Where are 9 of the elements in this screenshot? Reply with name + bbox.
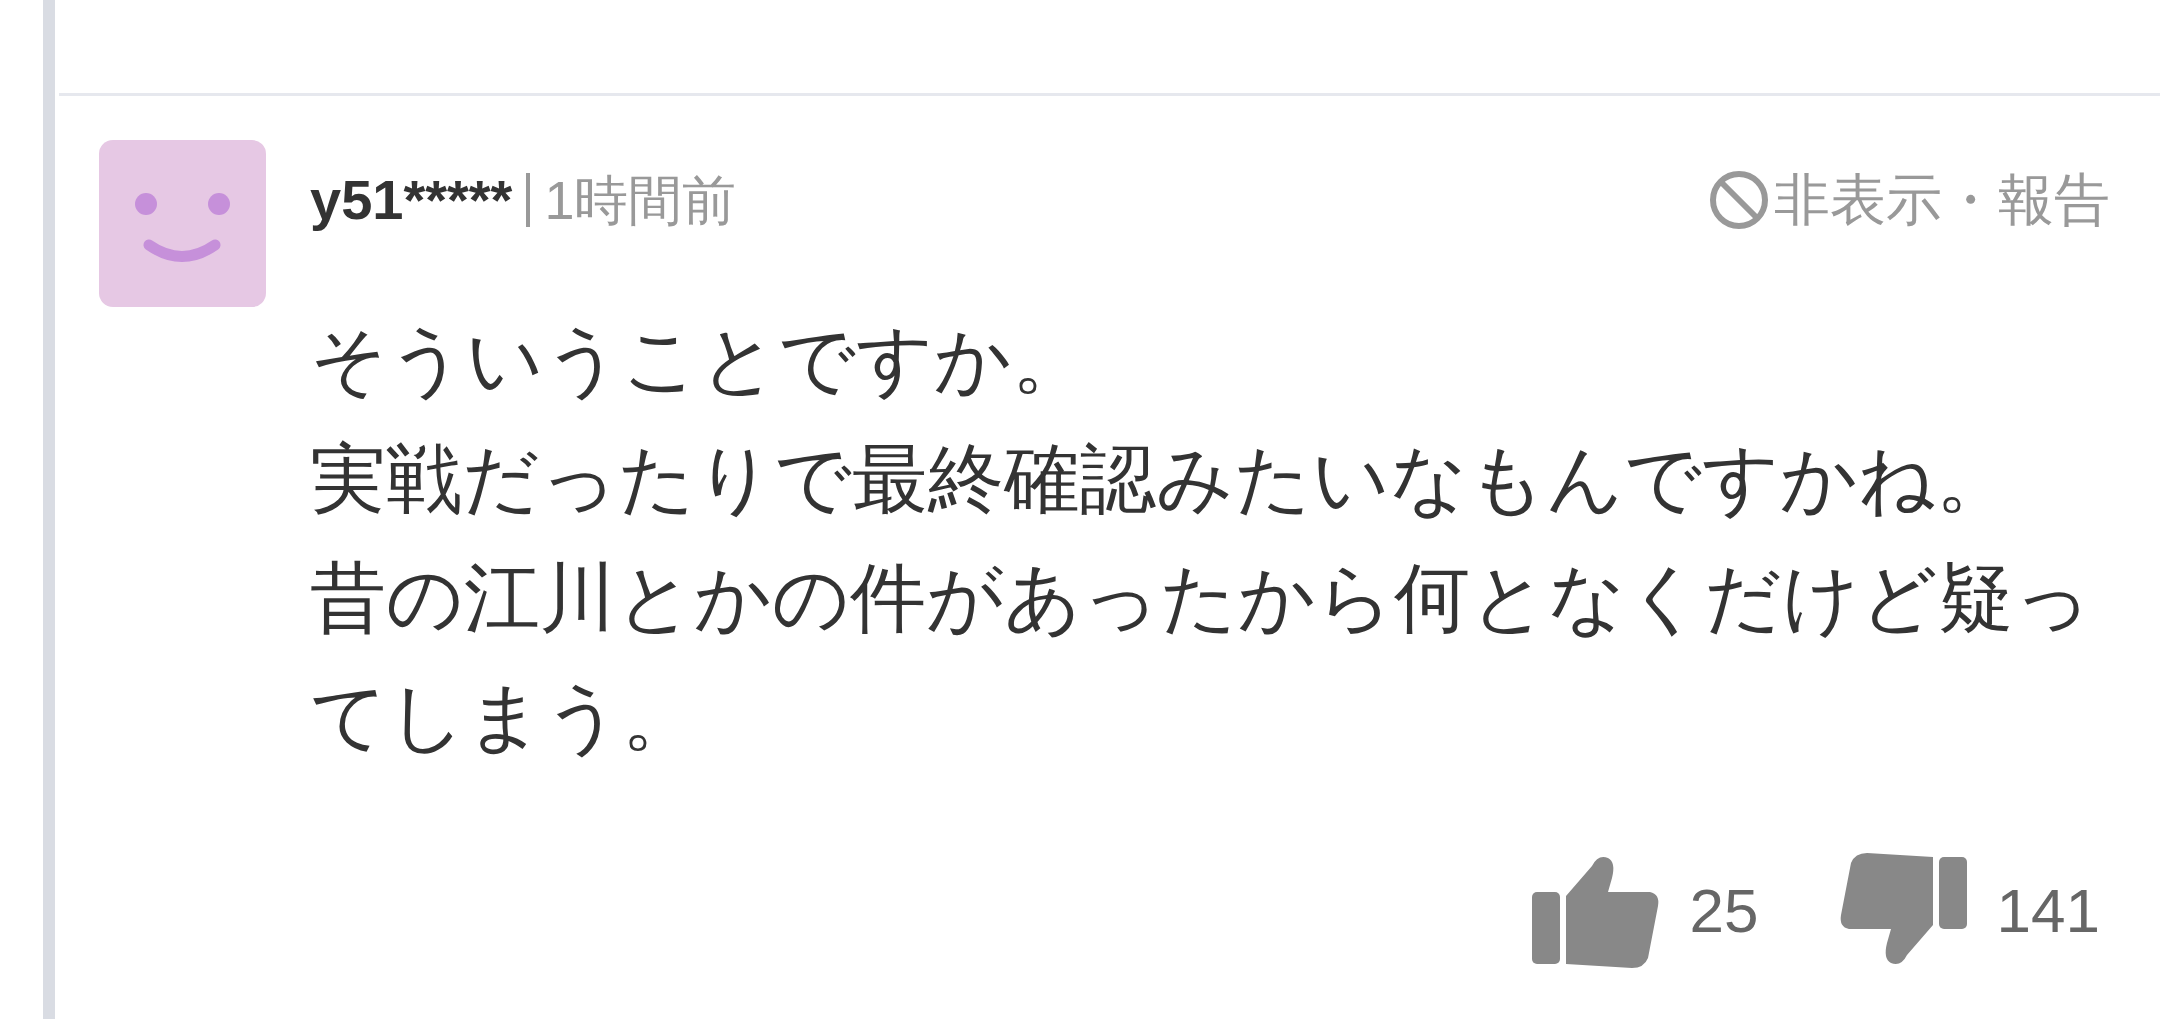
comment-line: そういうことですか。: [310, 316, 1089, 404]
username[interactable]: y51*****: [310, 158, 513, 242]
avatar-icon: [99, 140, 266, 307]
dislike-button[interactable]: 141: [1838, 852, 2100, 969]
comment-line: 昔の江川とかの件があったから何となくだけど疑ってしまう。: [310, 554, 2093, 761]
like-button[interactable]: 25: [1531, 852, 1759, 969]
prohibited-icon: [1708, 169, 1770, 231]
comment-line: 実戦だったりで最終確認みたいなもんですかね。: [310, 435, 2013, 523]
post-time: 1時間前: [544, 168, 737, 232]
